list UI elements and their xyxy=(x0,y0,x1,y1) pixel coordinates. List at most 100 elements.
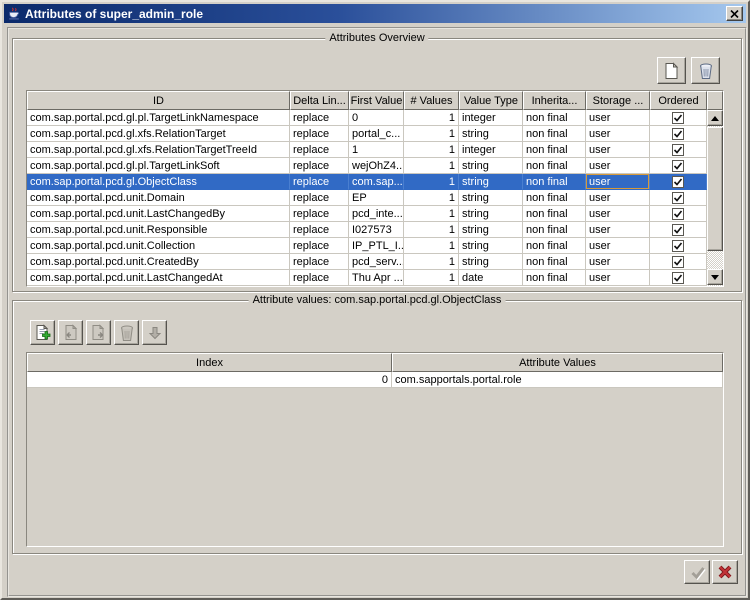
cell-inherit: non final xyxy=(523,190,586,206)
arrow-up-icon xyxy=(711,116,719,121)
cell-first_value: 1 xyxy=(349,142,404,158)
column-header-value[interactable]: Attribute Values xyxy=(392,353,723,372)
cell-ordered xyxy=(650,142,707,158)
cell-inherit: non final xyxy=(523,158,586,174)
overview-table: IDDelta Lin...First Value# ValuesValue T… xyxy=(26,90,724,287)
document-plus-icon xyxy=(34,324,52,342)
cell-inherit: non final xyxy=(523,254,586,270)
column-header-storage[interactable]: Storage ... xyxy=(586,91,650,110)
arrow-down-icon xyxy=(711,275,719,280)
cell-ordered xyxy=(650,254,707,270)
cell-value_type: integer xyxy=(459,142,523,158)
column-header-num_values[interactable]: # Values xyxy=(404,91,459,110)
cell-ordered xyxy=(650,222,707,238)
new-attribute-button[interactable] xyxy=(657,57,686,84)
trash-icon xyxy=(698,62,714,80)
apply-button xyxy=(684,560,710,584)
value-row[interactable]: 0com.sapportals.portal.role xyxy=(27,372,723,388)
group-title-overview: Attributes Overview xyxy=(325,32,428,44)
cell-first_value: com.sap... xyxy=(349,174,404,190)
arrow-down-disabled-icon xyxy=(148,326,162,340)
column-header-inherit[interactable]: Inherita... xyxy=(523,91,586,110)
cell-id: com.sap.portal.pcd.unit.Collection xyxy=(27,238,290,254)
attribute-row[interactable]: com.sap.portal.pcd.unit.LastChangedByrep… xyxy=(27,206,707,222)
ordered-checkbox[interactable] xyxy=(672,144,684,156)
window-title: Attributes of super_admin_role xyxy=(25,7,203,21)
ordered-checkbox[interactable] xyxy=(672,192,684,204)
column-header-delta[interactable]: Delta Lin... xyxy=(290,91,349,110)
cell-value_type: string xyxy=(459,190,523,206)
cell-value_type: string xyxy=(459,238,523,254)
ordered-checkbox[interactable] xyxy=(672,160,684,172)
attribute-row[interactable]: com.sap.portal.pcd.gl.pl.TargetLinkNames… xyxy=(27,110,707,126)
attribute-row[interactable]: com.sap.portal.pcd.gl.ObjectClassreplace… xyxy=(27,174,707,190)
cell-index: 0 xyxy=(27,372,392,388)
cell-first_value: pcd_serv... xyxy=(349,254,404,270)
attribute-row[interactable]: com.sap.portal.pcd.unit.DomainreplaceEP1… xyxy=(27,190,707,206)
ordered-checkbox[interactable] xyxy=(672,112,684,124)
delete-attribute-button[interactable] xyxy=(691,57,720,84)
cell-num_values: 1 xyxy=(404,158,459,174)
overview-scrollbar[interactable] xyxy=(707,110,723,286)
ordered-checkbox[interactable] xyxy=(672,256,684,268)
cancel-button[interactable] xyxy=(712,560,738,584)
cell-storage: user xyxy=(586,238,650,254)
cell-num_values: 1 xyxy=(404,126,459,142)
cell-id: com.sap.portal.pcd.gl.pl.TargetLinkSoft xyxy=(27,158,290,174)
cell-storage: user xyxy=(586,254,650,270)
column-header-ordered[interactable]: Ordered xyxy=(650,91,707,110)
save-value-button xyxy=(86,320,111,345)
ordered-checkbox[interactable] xyxy=(672,240,684,252)
cell-ordered xyxy=(650,206,707,222)
new-document-icon xyxy=(663,62,680,80)
cell-num_values: 1 xyxy=(404,222,459,238)
load-value-button xyxy=(58,320,83,345)
scrollbar-thumb[interactable] xyxy=(707,127,723,251)
attribute-row[interactable]: com.sap.portal.pcd.unit.LastChangedAtrep… xyxy=(27,270,707,286)
cell-delta: replace xyxy=(290,270,349,286)
cell-first_value: pcd_inte... xyxy=(349,206,404,222)
ordered-checkbox[interactable] xyxy=(672,176,684,188)
column-header-value_type[interactable]: Value Type xyxy=(459,91,523,110)
cell-delta: replace xyxy=(290,254,349,270)
ordered-checkbox[interactable] xyxy=(672,272,684,284)
title-bar[interactable]: Attributes of super_admin_role xyxy=(4,4,746,23)
column-header-first_value[interactable]: First Value xyxy=(349,91,404,110)
cell-delta: replace xyxy=(290,222,349,238)
overview-header: IDDelta Lin...First Value# ValuesValue T… xyxy=(27,91,723,110)
attribute-row[interactable]: com.sap.portal.pcd.unit.Collectionreplac… xyxy=(27,238,707,254)
attribute-row[interactable]: com.sap.portal.pcd.gl.xfs.RelationTarget… xyxy=(27,142,707,158)
close-button[interactable] xyxy=(726,6,743,21)
ordered-checkbox[interactable] xyxy=(672,208,684,220)
cell-value_type: string xyxy=(459,254,523,270)
dialog-window: Attributes of super_admin_role Attribute… xyxy=(0,0,750,600)
trash-disabled-icon xyxy=(119,324,135,342)
cell-inherit: non final xyxy=(523,206,586,222)
column-header-index[interactable]: Index xyxy=(27,353,392,372)
ordered-checkbox[interactable] xyxy=(672,224,684,236)
close-icon xyxy=(730,10,739,18)
cell-inherit: non final xyxy=(523,174,586,190)
add-value-button[interactable] xyxy=(30,320,55,345)
cell-id: com.sap.portal.pcd.unit.LastChangedAt xyxy=(27,270,290,286)
cell-id: com.sap.portal.pcd.gl.xfs.RelationTarget… xyxy=(27,142,290,158)
ordered-checkbox[interactable] xyxy=(672,128,684,140)
attribute-row[interactable]: com.sap.portal.pcd.gl.pl.TargetLinkSoftr… xyxy=(27,158,707,174)
attribute-row[interactable]: com.sap.portal.pcd.unit.Responsiblerepla… xyxy=(27,222,707,238)
cell-delta: replace xyxy=(290,158,349,174)
scrollbar-up-button[interactable] xyxy=(707,110,723,126)
cell-value_type: date xyxy=(459,270,523,286)
cell-inherit: non final xyxy=(523,126,586,142)
java-cup-icon xyxy=(7,7,21,21)
cell-storage: user xyxy=(586,222,650,238)
cell-num_values: 1 xyxy=(404,270,459,286)
cell-delta: replace xyxy=(290,206,349,222)
scrollbar-down-button[interactable] xyxy=(707,269,723,285)
cell-inherit: non final xyxy=(523,222,586,238)
attribute-row[interactable]: com.sap.portal.pcd.unit.CreatedByreplace… xyxy=(27,254,707,270)
attribute-row[interactable]: com.sap.portal.pcd.gl.xfs.RelationTarget… xyxy=(27,126,707,142)
cell-num_values: 1 xyxy=(404,174,459,190)
column-header-id[interactable]: ID xyxy=(27,91,290,110)
cell-first_value: Thu Apr ... xyxy=(349,270,404,286)
cell-first_value: EP xyxy=(349,190,404,206)
